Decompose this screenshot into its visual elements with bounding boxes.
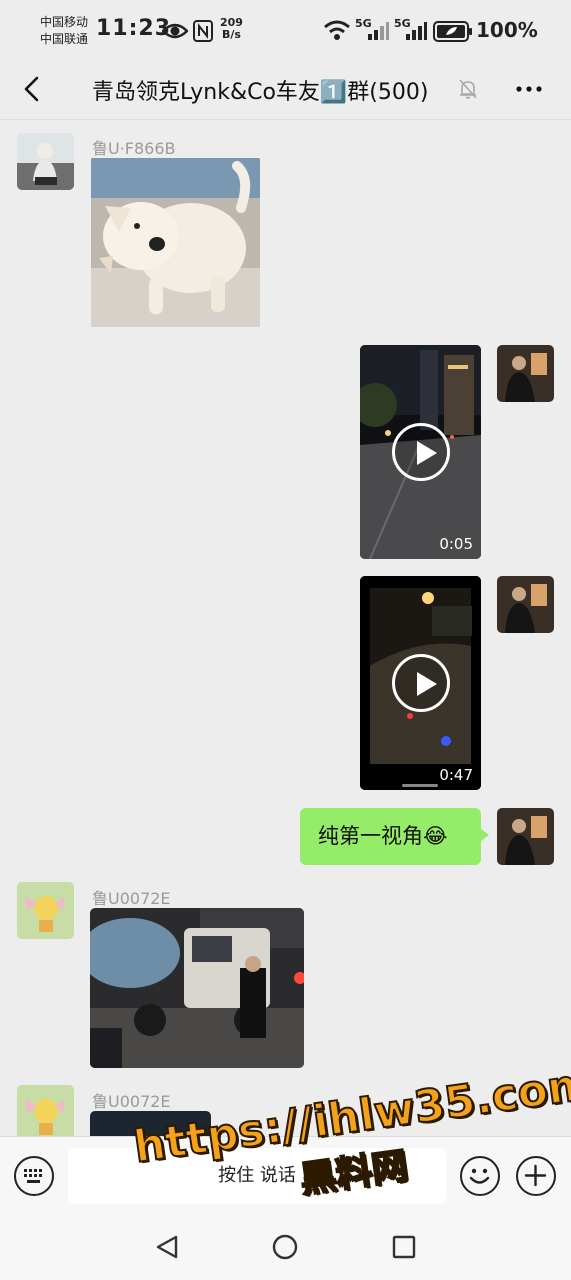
net-speed-unit: B/s (222, 28, 241, 41)
image-message-puppy[interactable] (91, 158, 260, 327)
my-avatar[interactable] (497, 808, 554, 865)
nav-home-icon[interactable] (272, 1234, 298, 1260)
video-message[interactable]: 0:47 (360, 576, 481, 790)
puppy-sticker-image (91, 158, 260, 327)
play-icon[interactable] (391, 654, 450, 712)
nfc-icon (193, 20, 213, 42)
signal-2-icon (406, 22, 427, 40)
chevron-left-icon[interactable] (18, 74, 48, 104)
carrier-2: 中国联通 (40, 32, 89, 46)
my-avatar[interactable] (497, 345, 554, 402)
battery-percent: 100% (476, 18, 538, 42)
smiley-glyph (469, 1168, 490, 1184)
avatar-person-image (497, 808, 554, 865)
carrier-labels: 中国移动 中国联通 (40, 14, 88, 48)
avatar[interactable] (17, 882, 74, 939)
text-message-bubble[interactable]: 纯第一视角😂 (300, 808, 489, 865)
sender-name: 鲁U0072E (92, 889, 171, 908)
wifi-icon (324, 20, 350, 40)
nav-recents-icon[interactable] (392, 1235, 416, 1259)
avatar[interactable] (17, 1085, 74, 1136)
emoji-icon[interactable] (460, 1156, 500, 1196)
video-message[interactable]: 0:05 (360, 345, 481, 559)
avatar-person-image (17, 133, 74, 190)
carrier-1: 中国移动 (40, 15, 89, 29)
message-list[interactable]: 鲁U·F866B 0:05 0:47 纯第一视角😂 鲁U0072E 鲁U0072… (0, 120, 571, 1136)
image-message-street[interactable] (90, 908, 304, 1068)
net-speed: 209 B/s (220, 17, 243, 41)
battery-icon (433, 21, 472, 42)
keyboard-glyph (24, 1169, 42, 1183)
avatar-cartoon-image (17, 882, 74, 939)
plus-icon[interactable] (516, 1156, 556, 1196)
system-nav-bar (0, 1210, 571, 1280)
sender-name: 鲁U·F866B (92, 139, 176, 158)
video-duration: 0:05 (439, 535, 473, 553)
chat-header: 青岛领克Lynk&Co车友1️⃣群(500) (0, 62, 571, 120)
status-bar: 中国移动 中国联通 11:23 209 B/s 5G 5G 100% (0, 0, 571, 62)
clock: 11:23 (96, 16, 172, 41)
bell-muted-icon (459, 79, 477, 99)
street-scene-photo (90, 908, 304, 1068)
avatar-person-image (497, 345, 554, 402)
avatar[interactable] (17, 133, 74, 190)
nav-back-icon[interactable] (154, 1234, 180, 1260)
sender-name: 鲁U0072E (92, 1092, 171, 1111)
plus-glyph (524, 1164, 547, 1187)
avatar-cartoon-image (17, 1085, 74, 1136)
chat-title: 青岛领克Lynk&Co车友1️⃣群(500) (92, 80, 429, 105)
keyboard-icon[interactable] (14, 1156, 54, 1196)
eye-icon (162, 23, 188, 39)
more-dots-icon[interactable] (514, 74, 544, 104)
play-icon[interactable] (391, 423, 450, 481)
avatar-person-image (497, 576, 554, 633)
my-avatar[interactable] (497, 576, 554, 633)
signal-1-icon (368, 22, 389, 40)
message-text: 纯第一视角😂 (318, 824, 448, 848)
video-duration: 0:47 (439, 766, 473, 784)
